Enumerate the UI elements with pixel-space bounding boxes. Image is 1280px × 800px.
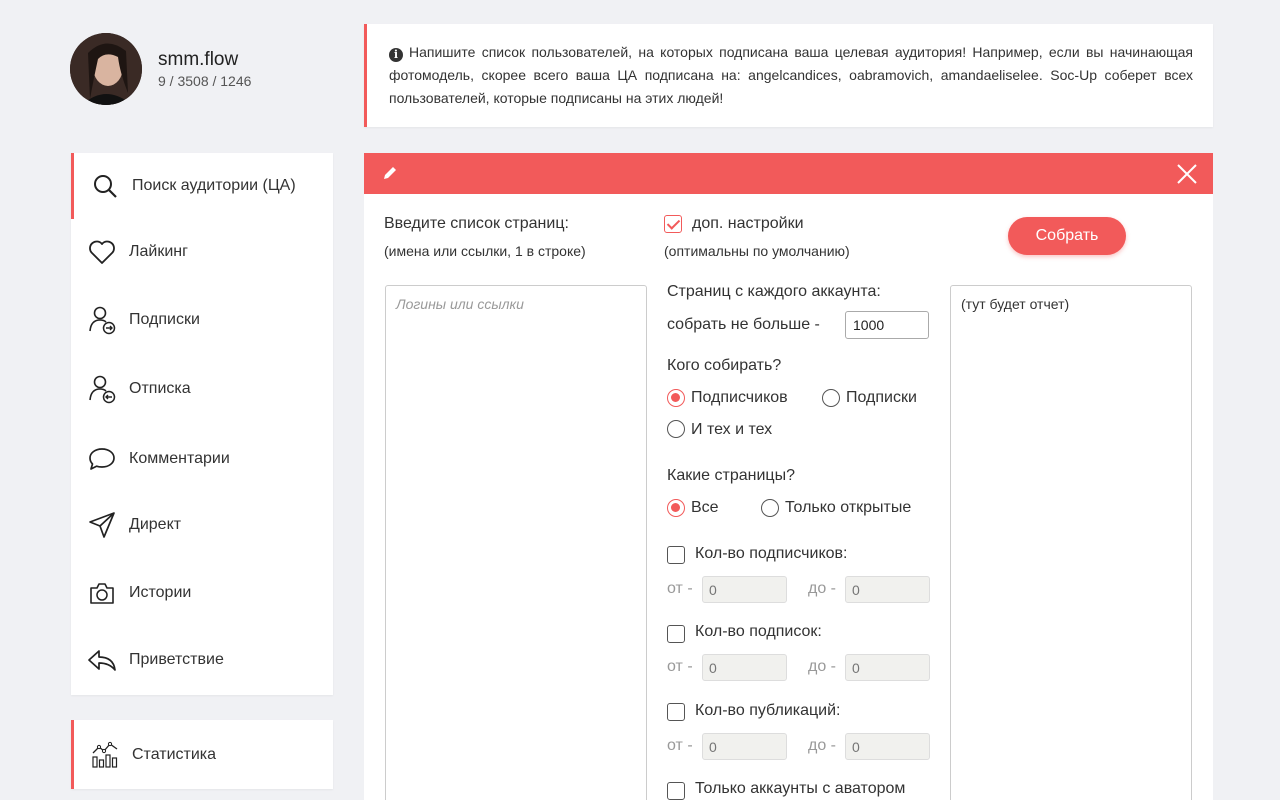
- collect-button[interactable]: Собрать: [1008, 217, 1126, 255]
- sidebar-item-label: Поиск аудитории (ЦА): [132, 177, 296, 194]
- camera-icon: [87, 578, 117, 608]
- following-to-input[interactable]: [845, 654, 930, 681]
- sidebar-item-label: Подписки: [129, 311, 200, 328]
- avatar-only-label: Только аккаунты с аватором: [695, 780, 906, 797]
- radio-followers[interactable]: [667, 389, 685, 407]
- sidebar-item-audience-search[interactable]: Поиск аудитории (ЦА): [71, 153, 333, 219]
- followers-to-label: до -: [808, 580, 837, 597]
- posts-from-input[interactable]: [702, 733, 787, 760]
- sidebar-item-comments[interactable]: Комментарии: [71, 426, 333, 492]
- radio-following[interactable]: [822, 389, 840, 407]
- who-label: Кого собирать?: [667, 357, 782, 374]
- radio-all[interactable]: [667, 499, 685, 517]
- pages-textarea[interactable]: [385, 285, 647, 800]
- posts-count-checkbox[interactable]: [667, 703, 685, 721]
- posts-to-label: до -: [808, 737, 837, 754]
- sidebar-item-stories[interactable]: Истории: [71, 560, 333, 626]
- following-to-label: до -: [808, 658, 837, 675]
- report-placeholder: (тут будет отчет): [961, 296, 1070, 312]
- radio-open-only-label: Только открытые: [785, 499, 912, 516]
- extra-settings-label: доп. настройки: [692, 215, 804, 232]
- avatar[interactable]: [70, 33, 142, 105]
- profile-stats: 9 / 3508 / 1246: [158, 73, 252, 89]
- sidebar-item-label: Отписка: [129, 380, 191, 397]
- extra-settings-checkbox[interactable]: [664, 215, 682, 233]
- followers-count-label: Кол-во подписчиков:: [695, 545, 848, 562]
- heart-icon: [87, 237, 117, 267]
- info-icon: i: [389, 48, 403, 62]
- extra-settings-hint: (оптимальны по умолчанию): [664, 243, 850, 259]
- following-from-input[interactable]: [702, 654, 787, 681]
- report-area: (тут будет отчет): [950, 285, 1192, 800]
- close-icon[interactable]: [1175, 162, 1199, 186]
- posts-count-label: Кол-во публикаций:: [695, 702, 841, 719]
- pages-label: Введите список страниц:: [384, 215, 569, 232]
- posts-to-input[interactable]: [845, 733, 930, 760]
- sidebar-item-label: Приветствие: [129, 651, 224, 668]
- sidebar: Поиск аудитории (ЦА) Лайкинг Подписки От…: [71, 153, 333, 695]
- sidebar-item-direct[interactable]: Директ: [71, 492, 333, 558]
- send-icon: [87, 510, 117, 540]
- radio-both-label: И тех и тех: [691, 421, 773, 438]
- chart-icon: [90, 740, 120, 770]
- panel-header: [364, 153, 1213, 194]
- followers-from-input[interactable]: [702, 576, 787, 603]
- pages-hint: (имена или ссылки, 1 в строке): [384, 243, 586, 259]
- avatar-only-checkbox[interactable]: [667, 782, 685, 800]
- sidebar-item-label: Лайкинг: [129, 243, 188, 260]
- profile: smm.flow 9 / 3508 / 1246: [70, 33, 251, 105]
- radio-all-label: Все: [691, 499, 719, 516]
- pencil-icon[interactable]: [382, 165, 398, 186]
- radio-open-only[interactable]: [761, 499, 779, 517]
- comment-icon: [87, 444, 117, 474]
- sidebar-item-liking[interactable]: Лайкинг: [71, 219, 333, 285]
- radio-followers-label: Подписчиков: [691, 389, 788, 406]
- posts-from-label: от -: [667, 737, 693, 754]
- username: smm.flow: [158, 49, 239, 70]
- following-count-checkbox[interactable]: [667, 625, 685, 643]
- radio-both[interactable]: [667, 420, 685, 438]
- per-account-label: Страниц с каждого аккаунта:: [667, 283, 881, 300]
- info-box: i Напишите список пользователей, на котор…: [364, 24, 1213, 127]
- reply-icon: [87, 645, 117, 675]
- following-from-label: от -: [667, 658, 693, 675]
- max-pages-input[interactable]: [845, 311, 929, 339]
- statistics-row[interactable]: Статистика: [71, 720, 333, 789]
- followers-to-input[interactable]: [845, 576, 930, 603]
- sidebar-item-unfollow[interactable]: Отписка: [71, 356, 333, 422]
- which-label: Какие страницы?: [667, 467, 795, 484]
- sidebar-item-label: Истории: [129, 584, 192, 601]
- radio-following-label: Подписки: [846, 389, 917, 406]
- max-label: собрать не больше -: [667, 316, 820, 333]
- following-count-label: Кол-во подписок:: [695, 623, 822, 640]
- sidebar-item-statistics[interactable]: Статистика: [71, 720, 333, 789]
- info-text: Напишите список пользователей, на которы…: [389, 44, 1193, 106]
- sidebar-item-follow[interactable]: Подписки: [71, 287, 333, 353]
- audience-search-panel: Введите список страниц: (имена или ссылк…: [364, 153, 1213, 800]
- search-icon: [90, 171, 120, 201]
- user-follow-icon: [87, 305, 117, 335]
- followers-count-checkbox[interactable]: [667, 546, 685, 564]
- followers-from-label: от -: [667, 580, 693, 597]
- user-unfollow-icon: [87, 374, 117, 404]
- sidebar-item-label: Директ: [129, 516, 182, 533]
- statistics-label: Статистика: [132, 745, 217, 763]
- sidebar-item-label: Комментарии: [129, 450, 230, 467]
- sidebar-item-greeting[interactable]: Приветствие: [71, 627, 333, 693]
